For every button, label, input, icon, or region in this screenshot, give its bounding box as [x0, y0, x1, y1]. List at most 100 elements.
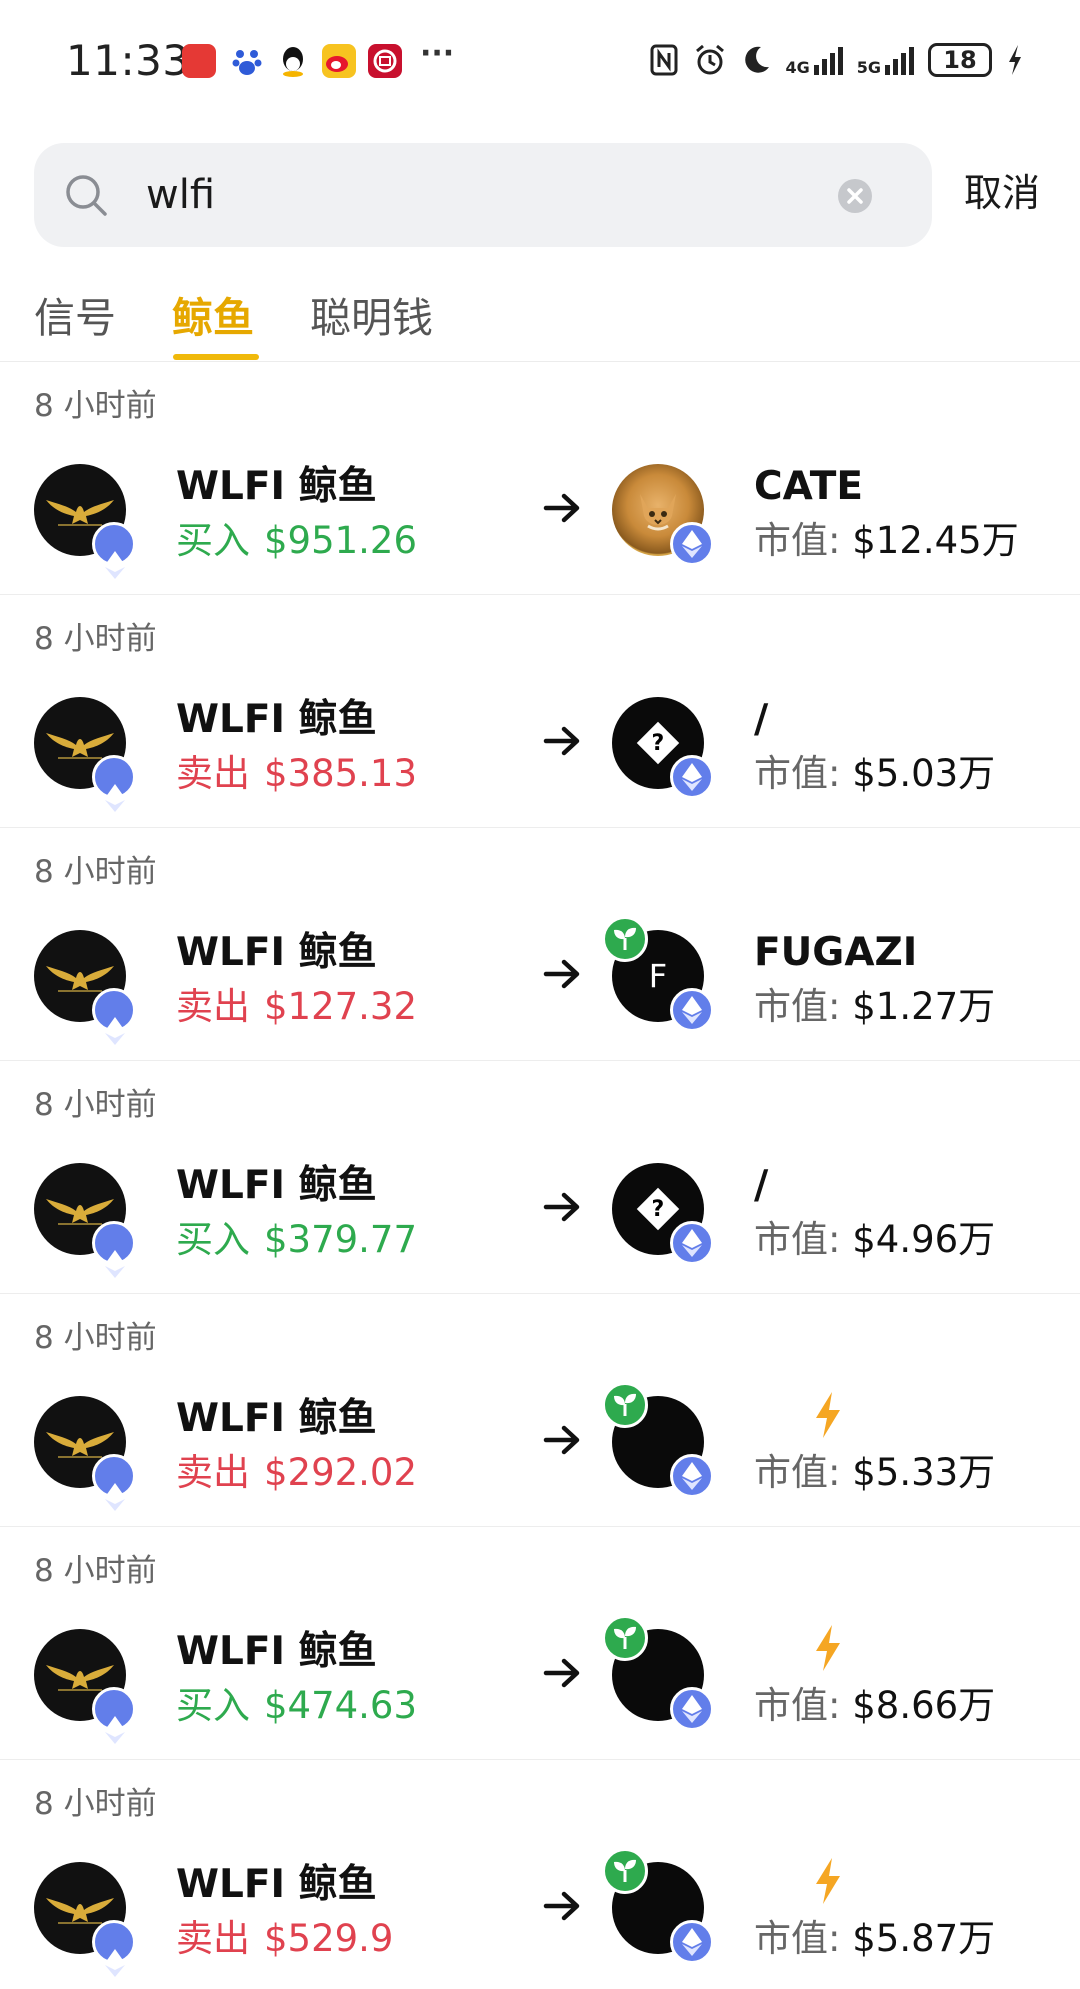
whale-avatar[interactable]	[34, 1163, 136, 1278]
activity-row[interactable]: 8 小时前 WLFI 鲸鱼 卖出 $385.13 ? / 市值: $5.03万	[0, 595, 1080, 828]
activity-row[interactable]: 8 小时前 WLFI 鲸鱼 卖出 $292.02 市值: $5.33万	[0, 1294, 1080, 1527]
sprout-icon	[602, 1382, 648, 1428]
ethereum-chain-icon	[670, 1920, 714, 1964]
market-cap-value: $1.27万	[852, 985, 996, 1028]
whale-avatar[interactable]	[34, 930, 136, 1045]
search-bar[interactable]: wlfi	[34, 143, 932, 247]
active-tab-indicator	[173, 354, 259, 360]
system-status-icons: 4G 5G 18	[649, 40, 1024, 80]
activity-row[interactable]: 8 小时前 WLFI 鲸鱼 卖出 $529.9 市值: $5.87万	[0, 1760, 1080, 1989]
qq-app-icon	[276, 44, 310, 78]
tab-signals[interactable]: 信号	[34, 290, 116, 346]
search-icon	[66, 175, 107, 216]
ethereum-chain-icon	[92, 1454, 136, 1511]
whale-name: WLFI 鲸鱼	[176, 464, 377, 509]
trade-amount: $292.02	[264, 1451, 418, 1494]
lightning-icon	[816, 1858, 840, 1904]
cancel-button[interactable]: 取消	[964, 166, 1040, 220]
market-cap-value: $8.66万	[852, 1684, 996, 1727]
status-bar: 11:33 ··· 4G 5G 18	[0, 0, 1080, 120]
arrow-right-icon	[543, 1891, 580, 1921]
whale-name: WLFI 鲸鱼	[176, 930, 377, 975]
market-cap-label: 市值:	[754, 1684, 841, 1727]
sprout-icon	[602, 916, 648, 962]
market-cap-label: 市值:	[754, 1218, 841, 1261]
trade-action: 买入 $474.63	[176, 1681, 417, 1731]
trade-action: 卖出 $127.32	[176, 982, 417, 1032]
trade-side-label: 卖出	[176, 985, 250, 1028]
sprout-icon	[602, 1615, 648, 1661]
tab-whales[interactable]: 鲸鱼	[172, 290, 254, 346]
market-cap: 市值: $4.96万	[754, 1215, 995, 1265]
trade-amount: $474.63	[264, 1684, 418, 1727]
market-cap-value: $5.03万	[852, 752, 996, 795]
whale-avatar[interactable]	[34, 464, 136, 579]
search-input[interactable]: wlfi	[146, 167, 215, 223]
activity-time: 8 小时前	[34, 854, 157, 890]
lightning-icon	[816, 1625, 840, 1671]
tab-smart-money[interactable]: 聪明钱	[310, 290, 433, 346]
token-avatar[interactable]	[612, 464, 714, 566]
token-avatar[interactable]: ?	[612, 1163, 714, 1265]
token-name: FUGAZI	[754, 930, 918, 975]
market-cap: 市值: $12.45万	[754, 516, 1019, 566]
token-avatar[interactable]: F	[602, 916, 714, 1032]
ethereum-chain-icon	[92, 522, 136, 579]
whale-name: WLFI 鲸鱼	[176, 697, 377, 742]
unknown-token-icon: ?	[636, 1187, 680, 1231]
unknown-token-icon: ?	[636, 721, 680, 765]
baidu-app-icon	[230, 44, 264, 78]
more-notifications-icon: ···	[420, 36, 455, 71]
market-cap-value: $5.87万	[852, 1917, 996, 1960]
trade-amount: $529.9	[264, 1917, 394, 1960]
battery-level: 18	[943, 46, 977, 74]
status-time: 11:33	[66, 36, 190, 85]
arrow-right-icon	[543, 1658, 580, 1688]
activity-time: 8 小时前	[34, 388, 157, 424]
ethereum-chain-icon	[670, 1687, 714, 1731]
token-avatar[interactable]	[602, 1615, 714, 1731]
token-avatar[interactable]: ?	[612, 697, 714, 799]
token-name: CATE	[754, 464, 864, 509]
market-cap-label: 市值:	[754, 519, 841, 562]
token-letter-icon: F	[648, 957, 668, 995]
activity-row[interactable]: 8 小时前 WLFI 鲸鱼 买入 $951.26 CATE 市值: $12.45万	[0, 362, 1080, 595]
market-cap-label: 市值:	[754, 985, 841, 1028]
bank-app-icon	[368, 44, 402, 78]
trade-amount: $385.13	[264, 752, 418, 795]
whale-avatar[interactable]	[34, 697, 136, 812]
trade-action: 买入 $951.26	[176, 516, 417, 566]
market-cap: 市值: $8.66万	[754, 1681, 995, 1731]
signal-bars-icon	[885, 45, 914, 75]
trade-side-label: 卖出	[176, 1451, 250, 1494]
ethereum-chain-icon	[670, 522, 714, 566]
market-cap-label: 市值:	[754, 1451, 841, 1494]
whale-name: WLFI 鲸鱼	[176, 1629, 377, 1674]
arrow-right-icon	[543, 959, 580, 989]
ethereum-chain-icon	[92, 755, 136, 812]
whale-avatar[interactable]	[34, 1862, 136, 1977]
activity-row[interactable]: 8 小时前 WLFI 鲸鱼 卖出 $127.32 F FUGAZI 市值: $1.…	[0, 828, 1080, 1061]
ethereum-chain-icon	[92, 1687, 136, 1744]
network-5g-label: 5G	[856, 58, 881, 77]
trade-side-label: 卖出	[176, 752, 250, 795]
activity-row[interactable]: 8 小时前 WLFI 鲸鱼 买入 $474.63 市值: $8.66万	[0, 1527, 1080, 1760]
ethereum-chain-icon	[670, 988, 714, 1032]
activity-time: 8 小时前	[34, 1087, 157, 1123]
token-name: /	[754, 697, 769, 742]
token-avatar[interactable]	[602, 1382, 714, 1498]
arrow-right-icon	[543, 1192, 580, 1222]
market-cap: 市值: $5.03万	[754, 749, 995, 799]
market-cap: 市值: $5.87万	[754, 1914, 995, 1964]
trade-amount: $951.26	[264, 519, 418, 562]
battery-icon: 18	[928, 43, 992, 77]
whale-avatar[interactable]	[34, 1629, 136, 1744]
clear-search-icon[interactable]	[838, 179, 872, 213]
whale-avatar[interactable]	[34, 1396, 136, 1511]
ethereum-chain-icon	[92, 988, 136, 1045]
arrow-right-icon	[543, 726, 580, 756]
token-avatar[interactable]	[602, 1848, 714, 1964]
trade-side-label: 买入	[176, 519, 250, 562]
activity-row[interactable]: 8 小时前 WLFI 鲸鱼 买入 $379.77 ? / 市值: $4.96万	[0, 1061, 1080, 1294]
sprout-icon	[602, 1848, 648, 1894]
